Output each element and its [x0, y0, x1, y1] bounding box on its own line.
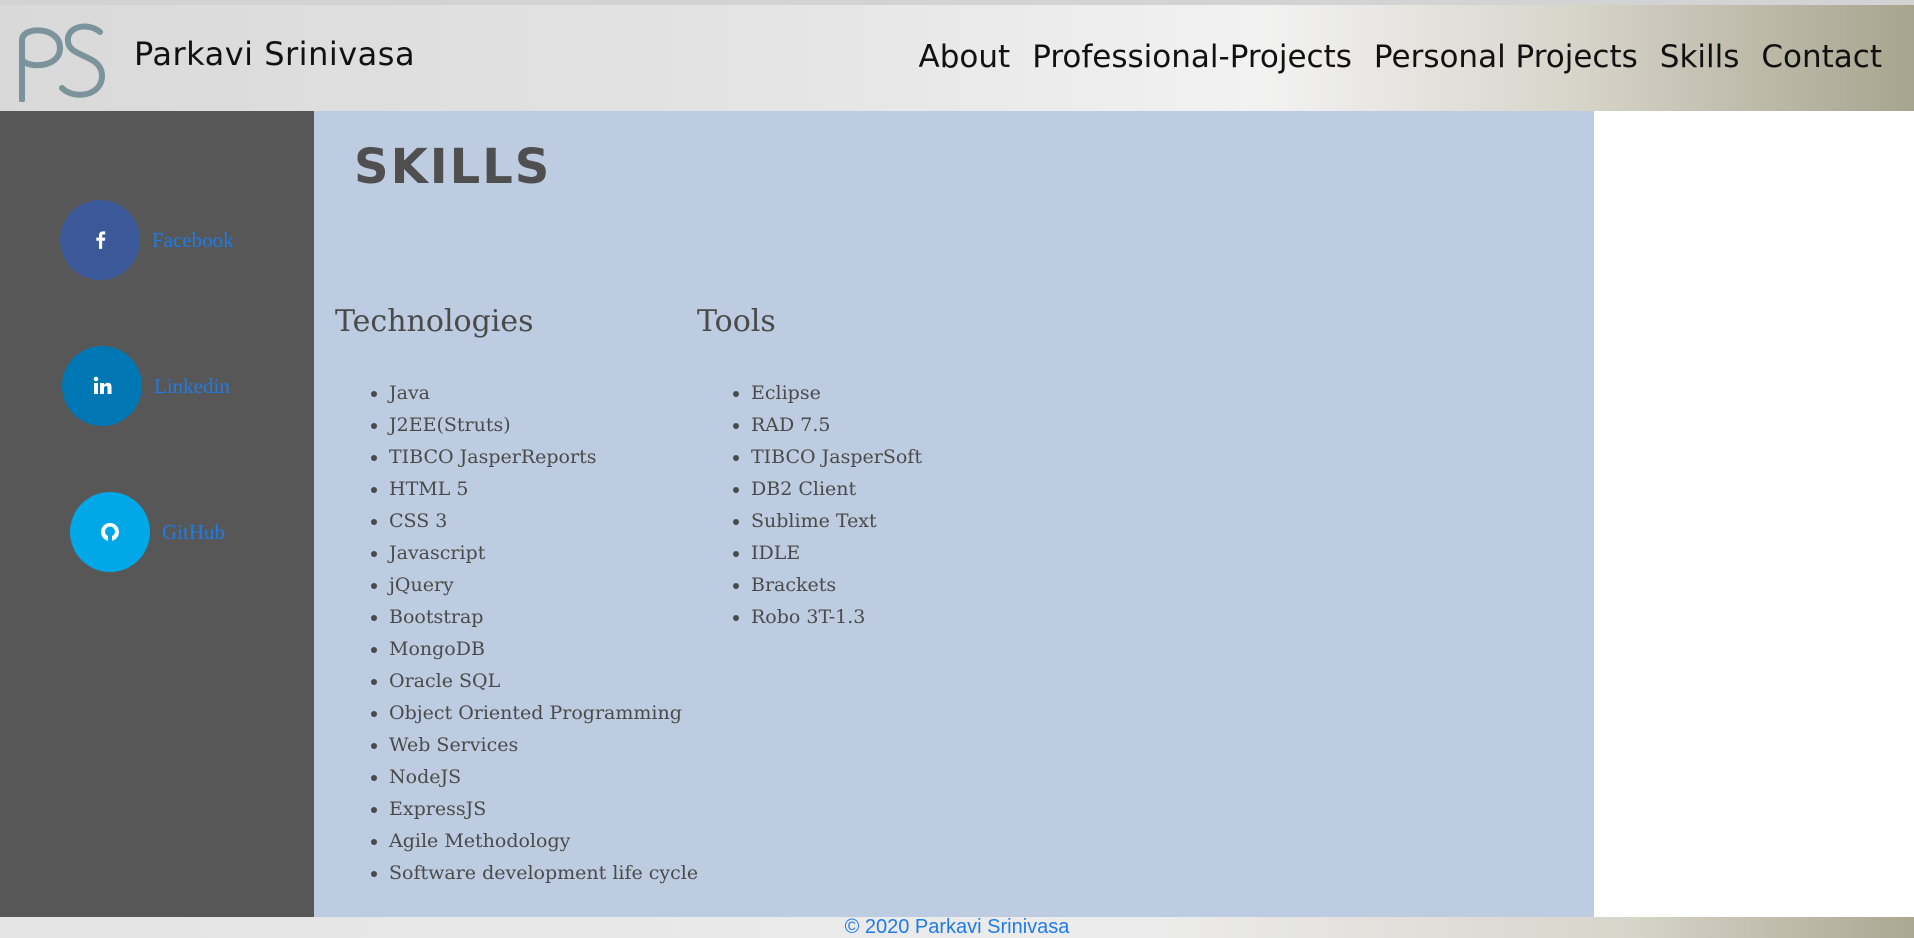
list-item: IDLE: [751, 537, 922, 569]
ps-logo[interactable]: PS: [16, 18, 108, 102]
list-item: DB2 Client: [751, 473, 922, 505]
list-item: CSS 3: [389, 505, 698, 537]
list-item: Java: [389, 377, 698, 409]
list-item: RAD 7.5: [751, 409, 922, 441]
linkedin-label: Linkedin: [154, 373, 230, 398]
page-title: SKILLS: [354, 139, 552, 195]
nav-contact-link[interactable]: Contact: [1761, 39, 1882, 75]
copyright-text: © 2020 Parkavi Srinivasa: [844, 917, 1070, 938]
list-item: Object Oriented Programming: [389, 697, 698, 729]
site-header: PS Parkavi Srinivasa About Professional-…: [0, 5, 1914, 111]
list-item: TIBCO JasperReports: [389, 441, 698, 473]
technologies-heading: Technologies: [335, 304, 534, 339]
list-item: Oracle SQL: [389, 665, 698, 697]
list-item: NodeJS: [389, 761, 698, 793]
list-item: ExpressJS: [389, 793, 698, 825]
list-item: Eclipse: [751, 377, 922, 409]
tools-list: Eclipse RAD 7.5 TIBCO JasperSoft DB2 Cli…: [697, 377, 922, 633]
list-item: jQuery: [389, 569, 698, 601]
tools-column: Tools Eclipse RAD 7.5 TIBCO JasperSoft D…: [697, 304, 922, 633]
list-item: Bootstrap: [389, 601, 698, 633]
nav-skills-link[interactable]: Skills: [1660, 39, 1740, 75]
list-item: Brackets: [751, 569, 922, 601]
skills-section: SKILLS Technologies Java J2EE(Struts) TI…: [314, 111, 1594, 917]
linkedin-icon: [62, 346, 142, 426]
technologies-list: Java J2EE(Struts) TIBCO JasperReports HT…: [335, 377, 698, 889]
linkedin-link[interactable]: Linkedin: [62, 346, 230, 426]
github-link[interactable]: GitHub: [70, 492, 225, 572]
nav-personal-projects-link[interactable]: Personal Projects: [1374, 39, 1638, 75]
list-item: Sublime Text: [751, 505, 922, 537]
facebook-link[interactable]: Facebook: [60, 200, 234, 280]
facebook-icon: [60, 200, 140, 280]
list-item: Software development life cycle: [389, 857, 698, 889]
technologies-column: Technologies Java J2EE(Struts) TIBCO Jas…: [335, 304, 698, 889]
site-name[interactable]: Parkavi Srinivasa: [134, 35, 415, 73]
facebook-label: Facebook: [152, 227, 234, 252]
list-item: MongoDB: [389, 633, 698, 665]
list-item: J2EE(Struts): [389, 409, 698, 441]
github-icon: [70, 492, 150, 572]
tools-heading: Tools: [697, 304, 776, 339]
list-item: TIBCO JasperSoft: [751, 441, 922, 473]
social-sidebar: Facebook Linkedin GitHub: [0, 111, 314, 917]
list-item: Robo 3T-1.3: [751, 601, 922, 633]
github-label: GitHub: [162, 519, 225, 544]
nav-about-link[interactable]: About: [919, 39, 1011, 75]
nav-professional-projects-link[interactable]: Professional-Projects: [1032, 39, 1352, 75]
site-footer: © 2020 Parkavi Srinivasa: [0, 917, 1914, 938]
list-item: Web Services: [389, 729, 698, 761]
list-item: Javascript: [389, 537, 698, 569]
main-nav: About Professional-Projects Personal Pro…: [919, 39, 1882, 75]
list-item: Agile Methodology: [389, 825, 698, 857]
list-item: HTML 5: [389, 473, 698, 505]
